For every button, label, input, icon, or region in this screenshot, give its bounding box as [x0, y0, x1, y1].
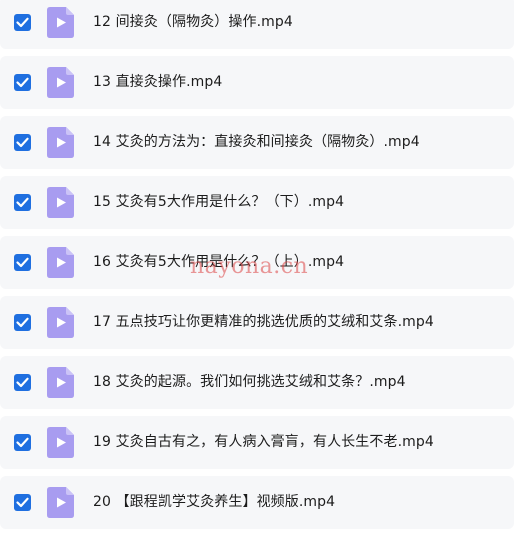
checkmark-icon [16, 77, 29, 88]
file-name[interactable]: 12 间接灸（隔物灸）操作.mp4 [93, 0, 293, 49]
file-checkbox[interactable] [14, 14, 31, 31]
file-row[interactable]: 14 艾灸的方法为：直接灸和间接灸（隔物灸）.mp4 [0, 116, 514, 169]
checkmark-icon [16, 137, 29, 148]
file-name[interactable]: 14 艾灸的方法为：直接灸和间接灸（隔物灸）.mp4 [93, 116, 420, 169]
checkmark-icon [16, 317, 29, 328]
video-file-icon [47, 367, 74, 398]
checkmark-icon [16, 437, 29, 448]
file-row[interactable]: 16 艾灸有5大作用是什么？（上）.mp4 [0, 236, 514, 289]
file-name[interactable]: 13 直接灸操作.mp4 [93, 56, 222, 109]
file-row[interactable]: 12 间接灸（隔物灸）操作.mp4 [0, 0, 514, 49]
file-row[interactable]: 19 艾灸自古有之，有人病入膏肓，有人长生不老.mp4 [0, 416, 514, 469]
checkmark-icon [16, 197, 29, 208]
file-checkbox[interactable] [14, 494, 31, 511]
checkmark-icon [16, 17, 29, 28]
file-row[interactable]: 15 艾灸有5大作用是什么？（下）.mp4 [0, 176, 514, 229]
file-name[interactable]: 20 【跟程凯学艾灸养生】视频版.mp4 [93, 476, 335, 529]
video-file-icon [47, 247, 74, 278]
video-file-icon [47, 427, 74, 458]
file-name[interactable]: 19 艾灸自古有之，有人病入膏肓，有人长生不老.mp4 [93, 416, 434, 469]
file-name[interactable]: 16 艾灸有5大作用是什么？（上）.mp4 [93, 236, 344, 289]
file-checkbox[interactable] [14, 434, 31, 451]
file-row[interactable]: 13 直接灸操作.mp4 [0, 56, 514, 109]
video-file-icon [47, 187, 74, 218]
checkmark-icon [16, 377, 29, 388]
file-name[interactable]: 17 五点技巧让你更精准的挑选优质的艾绒和艾条.mp4 [93, 296, 434, 349]
checkmark-icon [16, 257, 29, 268]
file-checkbox[interactable] [14, 254, 31, 271]
video-file-icon [47, 307, 74, 338]
file-row[interactable]: 20 【跟程凯学艾灸养生】视频版.mp4 [0, 476, 514, 529]
file-checkbox[interactable] [14, 374, 31, 391]
video-file-icon [47, 127, 74, 158]
video-file-icon [47, 67, 74, 98]
file-name[interactable]: 15 艾灸有5大作用是什么？（下）.mp4 [93, 176, 344, 229]
file-name[interactable]: 18 艾灸的起源。我们如何挑选艾绒和艾条？.mp4 [93, 356, 406, 409]
file-checkbox[interactable] [14, 314, 31, 331]
file-checkbox[interactable] [14, 134, 31, 151]
video-file-icon [47, 487, 74, 518]
video-file-icon [47, 7, 74, 38]
file-row[interactable]: 17 五点技巧让你更精准的挑选优质的艾绒和艾条.mp4 [0, 296, 514, 349]
file-checkbox[interactable] [14, 74, 31, 91]
checkmark-icon [16, 497, 29, 508]
file-checkbox[interactable] [14, 194, 31, 211]
file-row[interactable]: 18 艾灸的起源。我们如何挑选艾绒和艾条？.mp4 [0, 356, 514, 409]
file-list: 12 间接灸（隔物灸）操作.mp4 13 直接灸操作.mp4 14 艾灸的方法为… [0, 0, 518, 541]
